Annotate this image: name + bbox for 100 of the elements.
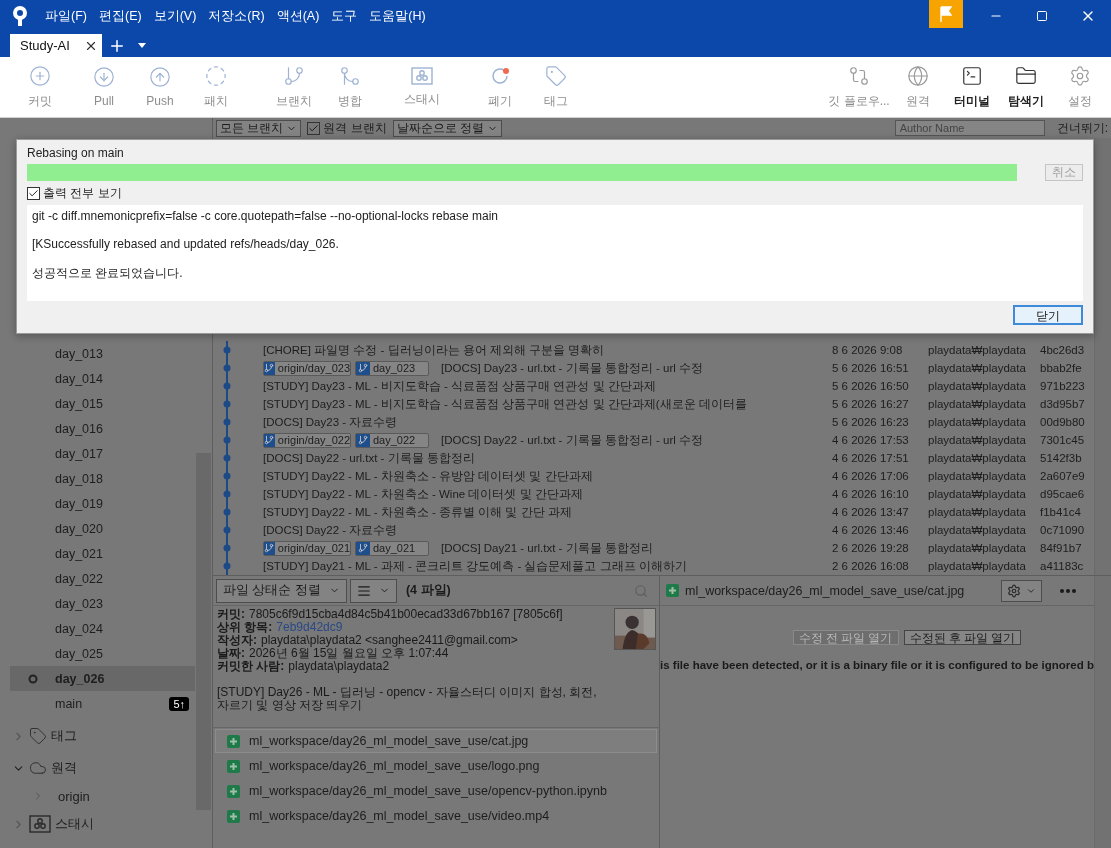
check-icon [308,122,320,134]
remote-branches-checkbox[interactable]: 원격 브랜치 [307,119,387,137]
branch-item[interactable]: day_020 [10,516,195,541]
branch-label[interactable]: day_021 [355,540,429,556]
commit-author: playdata₩playdata [928,542,1027,554]
circles-box-icon [29,815,51,833]
menu-item[interactable]: 도움말(H) [363,7,432,25]
branch-item[interactable]: day_013 [10,341,195,366]
sidebar-section[interactable]: 스태시 [0,808,195,840]
added-file-icon [666,584,679,597]
diff-settings-dropdown[interactable] [1001,579,1042,602]
terminal-icon [961,64,983,87]
branch-item[interactable]: day_014 [10,366,195,391]
commit-date: 4 6 2026 17:06 [832,470,910,482]
commit-message: [STUDY] Day23 - ML - 비지도학습 - 식료품점 상품구매 연관성 및 간단과제 [263,378,656,394]
branch-name: day_024 [55,621,103,636]
menu-item[interactable]: 액션(A) [270,7,326,25]
flag-button[interactable] [929,0,963,28]
branch-name: origin/day_023 [277,362,350,374]
commit-date: 4 6 2026 13:47 [832,506,910,518]
commit-author: playdata₩playdata [928,362,1027,374]
branch-name: day_016 [55,421,103,436]
branch-item[interactable]: day_016 [10,416,195,441]
globe-icon [907,64,929,87]
commit-hash: 971b223 [1040,380,1086,392]
menu-item[interactable]: 보기(V) [147,7,203,25]
toolbar-button[interactable]: 탐색기 [999,61,1053,113]
file-item[interactable]: ml_workspace/day26_ml_model_save_use/logo.png [215,754,657,778]
branch-label[interactable]: day_023 [355,360,429,376]
commit-author: playdata₩playdata [928,416,1027,428]
commit-date: 5 6 2026 16:27 [832,398,910,410]
commit-message: [DOCS] Day22 - url.txt - 기록물 통합정리 [263,450,475,466]
menu-item[interactable]: 파일(F) [39,7,93,25]
branch-item[interactable]: day_019 [10,491,195,516]
commit-message: [STUDY] Day21 - ML - 과제 - 콘크리트 강도예측 - 실습문제풀고 그래프 이해하기 [263,558,687,574]
branch-item[interactable]: day_025 [10,641,195,666]
branch-label[interactable]: day_022 [355,432,429,448]
commit-hash: 84f91b7 [1040,542,1083,554]
circles-box-icon [411,66,433,85]
commit-message: [DOCS] Day23 - 자료수령 [263,414,398,430]
commit-hash: d3d95b7 [1040,398,1086,410]
branch-filter-dropdown[interactable]: 모든 브랜치 [216,119,302,137]
open-file-button[interactable]: 수정된 후 파일 열기 [903,630,1022,645]
remote-item[interactable]: origin [0,784,195,808]
commit-message: [STUDY] Day22 - ML - 차원축소 - Wine 데이터셋 및 간단과제 [263,486,583,502]
branch-label[interactable]: origin/day_021 [263,540,351,556]
flag-icon [939,6,953,22]
file-item[interactable]: ml_workspace/day26_ml_model_save_use/video.mp4 [215,804,657,828]
branch-item[interactable]: main 5↑ [10,691,195,716]
author-search-field[interactable]: Author Name [894,120,1045,136]
commit-message: [DOCS] Day22 - 자료수령 [263,522,398,538]
branch-label[interactable]: origin/day_023 [263,360,351,376]
commit-message: [STUDY] Day23 - ML - 비지도학습 - 식료품점 상품구매 연관성 및 간단과제(새로운 데이터를 [263,396,747,412]
menu-item[interactable]: 편집(E) [92,7,148,25]
branch-name: day_014 [55,371,103,386]
branch-item[interactable]: day_021 [10,541,195,566]
commit-author: playdata₩playdata [928,434,1027,446]
branch-item[interactable]: day_026 [10,666,195,691]
branch-item[interactable]: day_023 [10,591,195,616]
commit-hash: d95cae6 [1040,488,1086,500]
scrollbar[interactable] [1094,138,1111,575]
branch-icon [283,64,305,87]
parent-commit-link[interactable]: 7eb9d42dc9 [276,621,343,634]
arrow-up-circle-icon [149,66,171,88]
commit-date: 5 6 2026 16:50 [832,380,910,392]
toolbar-button[interactable]: 터미널 [945,61,999,113]
plus-circle-icon [29,64,51,87]
branch-item[interactable]: day_015 [10,391,195,416]
added-file-icon [227,734,240,748]
file-item[interactable]: ml_workspace/day26_ml_model_save_use/opencv-python.ipynb [215,779,657,803]
close-dialog-button[interactable]: 닫기 [1013,305,1083,325]
section-title: 스태시 [55,815,94,833]
branch-item[interactable]: day_022 [10,566,195,591]
commit-author: playdata₩playdata [928,452,1027,464]
commit-hash: 0c71090 [1040,524,1086,536]
scrollbar[interactable] [1094,576,1111,848]
repo-tab[interactable]: Study-AI [10,34,102,57]
menu-item[interactable]: 저장소(R) [202,7,271,25]
file-path: ml_workspace/day26_ml_model_save_use/cat.jpg [249,734,529,748]
branch-item[interactable]: day_017 [10,441,195,466]
tab-title: Study-AI [20,38,70,53]
branch-item[interactable]: day_018 [10,466,195,491]
show-all-output-checkbox[interactable]: 출력 전부 보기 [27,185,1083,201]
ahead-count: 5↑ [169,696,189,711]
sidebar-section[interactable]: 원격 [0,752,195,784]
view-mode-dropdown[interactable] [349,578,397,603]
git-flow-icon [848,64,870,87]
sidebar-section[interactable]: 태그 [0,720,195,752]
commit-date: 2 6 2026 16:08 [832,560,910,572]
more-button[interactable] [1060,588,1076,593]
menu-item[interactable]: 도구 [325,7,364,25]
branch-item[interactable]: day_024 [10,616,195,641]
branch-label[interactable]: origin/day_022 [263,432,351,448]
file-sort-dropdown[interactable]: 파일 상태순 정렬 [216,578,347,603]
branch-name: origin/day_021 [277,542,350,554]
current-branch-icon [28,673,38,684]
sort-dropdown[interactable]: 날짜순으로 정렬 [392,119,503,137]
file-item[interactable]: ml_workspace/day26_ml_model_save_use/cat.jpg [215,729,657,753]
file-path: ml_workspace/day26_ml_model_save_use/logo.png [249,759,540,773]
commit-author: playdata₩playdata [928,506,1027,518]
